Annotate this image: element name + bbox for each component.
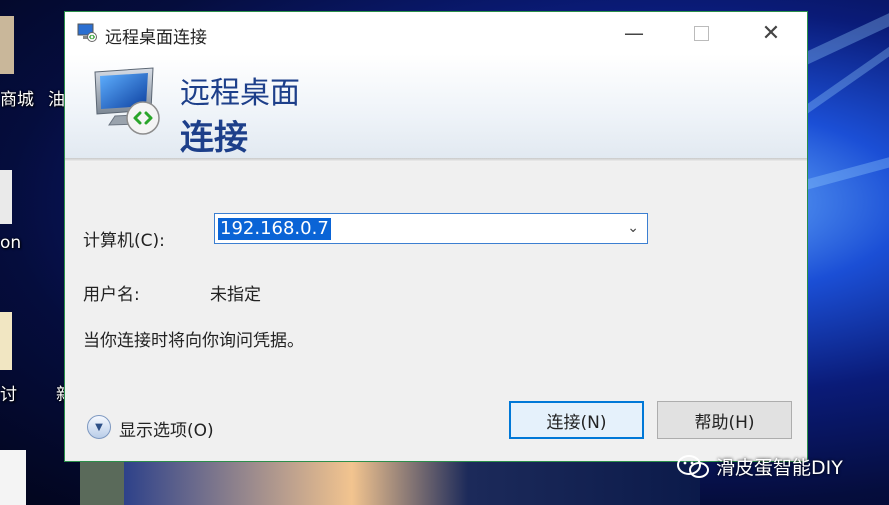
chevron-down-icon[interactable]: ⌄ [627,220,639,236]
header-banner: 远程桌面 连接 [65,54,807,158]
connect-button[interactable]: 连接(N) [509,401,644,439]
minimize-button[interactable]: — [611,12,657,54]
desktop-icon[interactable] [0,170,12,224]
desktop-icon[interactable] [80,462,124,505]
wechat-icon [676,454,710,480]
minimize-icon: — [624,21,644,45]
desktop-icon-label: 商城 [0,90,34,110]
desktop-icon[interactable] [0,450,26,505]
computer-combobox[interactable]: 192.168.0.7 ⌄ [214,213,648,244]
username-label: 用户名: [83,285,140,305]
username-value: 未指定 [210,285,261,305]
show-options-label[interactable]: 显示选项(O) [119,416,214,441]
maximize-icon [693,25,709,41]
watermark: 滑皮蛋智能DIY [676,453,843,480]
chevron-down-icon: ▼ [95,421,103,433]
watermark-text: 滑皮蛋智能DIY [716,457,843,479]
show-options-toggle[interactable]: ▼ [87,415,111,439]
desktop-icon[interactable] [0,312,12,370]
remote-desktop-dialog: 远程桌面连接 — ✕ 远程桌面 连接 计算机(C): 192.168.0.7 ⌄… [64,11,808,462]
credentials-info-text: 当你连接时将向你询问凭据。 [83,331,304,351]
desktop-icon-label: 油 [48,90,65,110]
remote-desktop-logo-icon [91,66,163,138]
wallpaper-streak [803,149,889,190]
app-icon [77,22,97,42]
window-title: 远程桌面连接 [105,28,207,48]
computer-label: 计算机(C): [83,231,165,251]
desktop-icon-label: on [0,233,22,253]
banner-subtitle: 连接 [180,118,248,158]
maximize-button[interactable] [678,12,724,54]
banner-title: 远程桌面 [180,76,300,111]
close-icon: ✕ [761,20,781,46]
help-button[interactable]: 帮助(H) [657,401,792,439]
title-bar[interactable]: 远程桌面连接 — ✕ [65,12,807,54]
wallpaper-character [120,462,700,505]
close-button[interactable]: ✕ [748,12,794,54]
computer-input[interactable]: 192.168.0.7 [218,218,331,240]
banner-divider [65,158,807,162]
desktop-icon[interactable] [0,16,14,74]
desktop-icon-label: 讨 [0,385,17,405]
